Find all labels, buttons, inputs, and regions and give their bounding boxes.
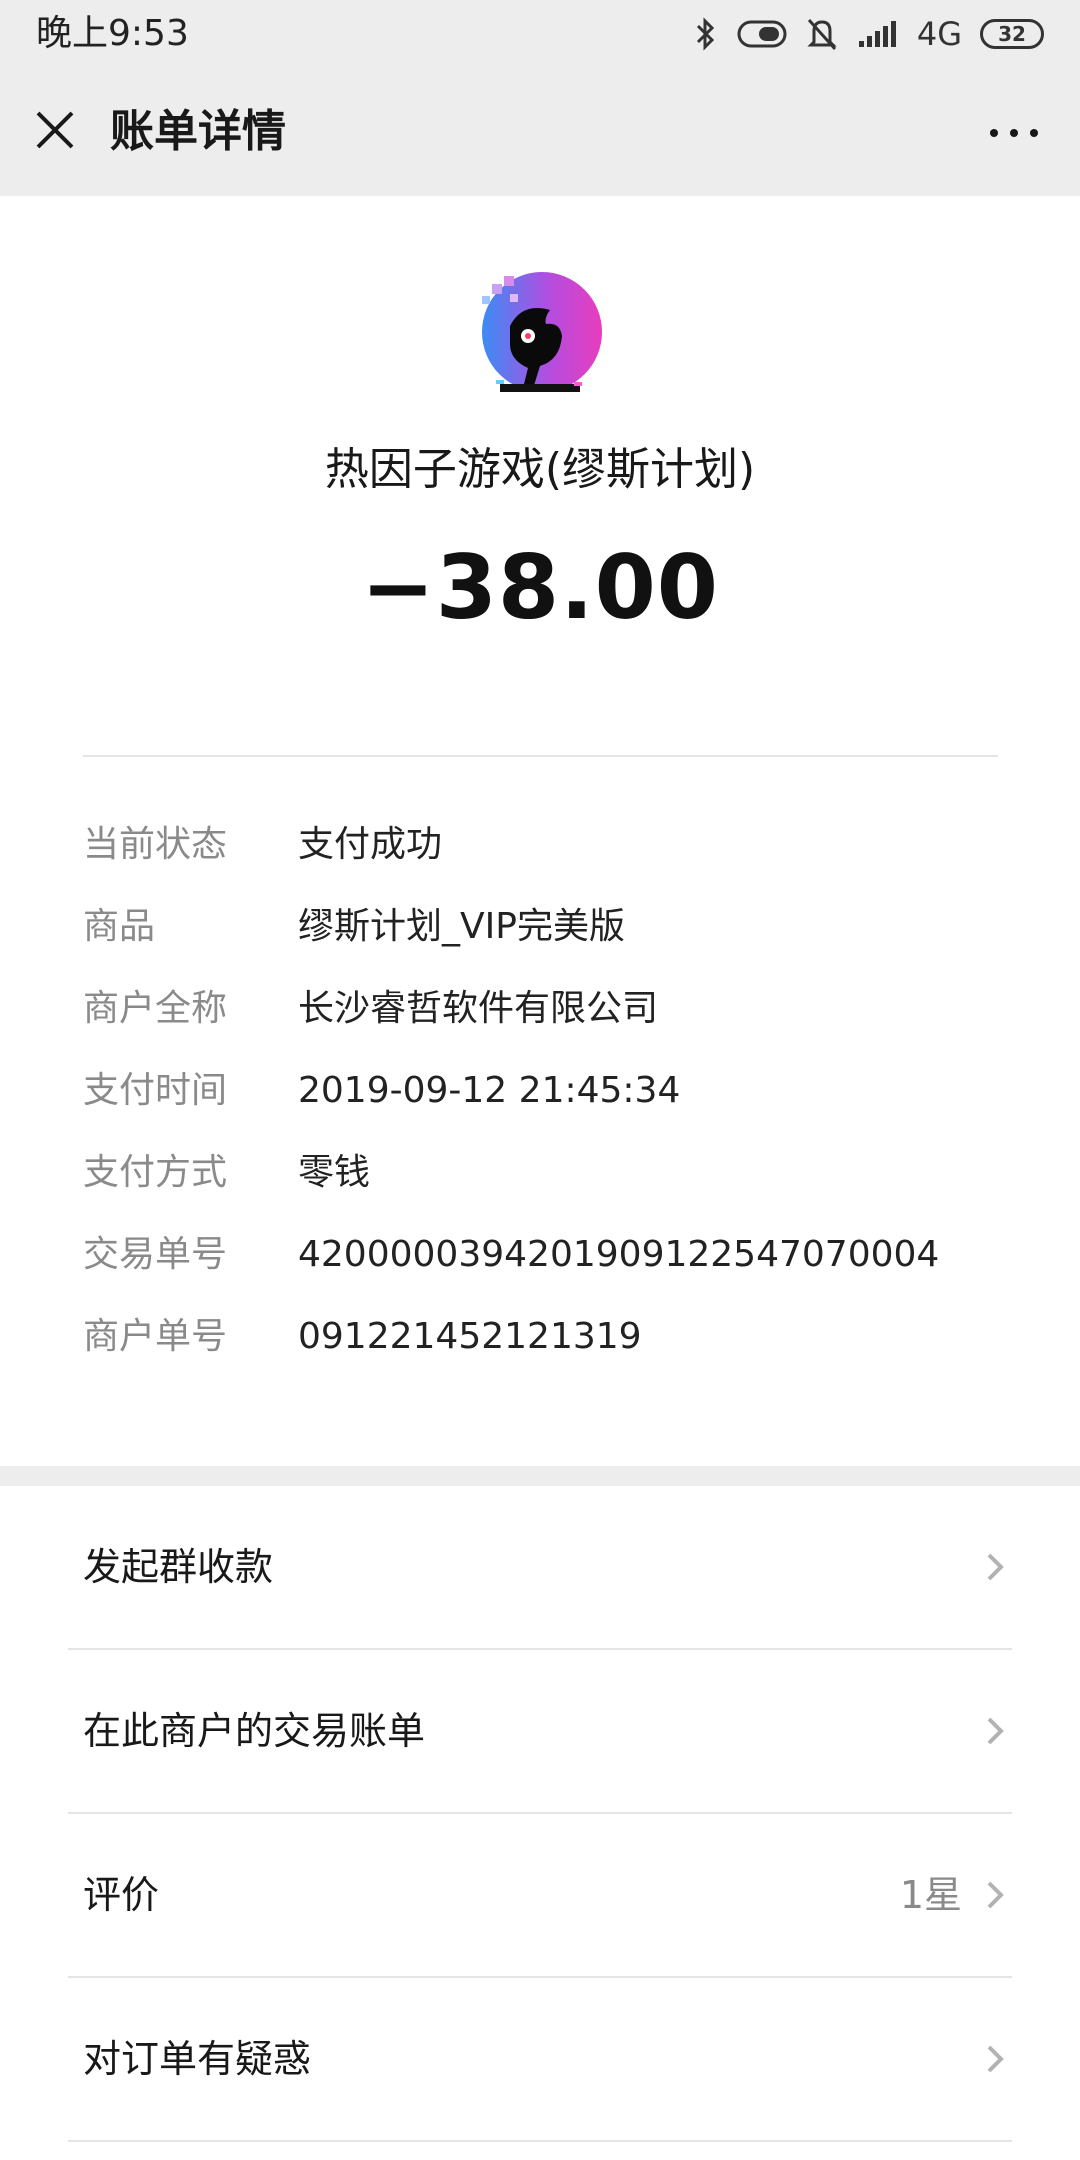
chevron-right-icon bbox=[987, 1717, 1004, 1745]
detail-value: 支付成功 bbox=[298, 824, 443, 865]
close-icon bbox=[36, 111, 74, 149]
detail-label: 商品 bbox=[83, 906, 156, 947]
detail-row-merchant-order-id: 商户单号 091221452121319 bbox=[83, 1296, 1043, 1378]
detail-row-status: 当前状态 支付成功 bbox=[83, 804, 1043, 886]
detail-row-merchant-fullname: 商户全称 长沙睿哲软件有限公司 bbox=[83, 968, 1043, 1050]
chevron-right-icon bbox=[987, 2045, 1004, 2073]
detail-label: 支付时间 bbox=[83, 1070, 228, 1111]
action-order-question[interactable]: 对订单有疑惑 bbox=[0, 1978, 1080, 2140]
detail-value: 长沙睿哲软件有限公司 bbox=[298, 988, 659, 1029]
action-rating[interactable]: 评价 1星 bbox=[0, 1814, 1080, 1976]
chevron-right-icon bbox=[987, 1881, 1004, 1909]
rating-value: 1星 bbox=[899, 1873, 962, 1917]
action-merchant-bills[interactable]: 在此商户的交易账单 bbox=[0, 1650, 1080, 1812]
status-icons: 4G 32 bbox=[693, 14, 1044, 54]
action-label: 评价 bbox=[83, 1873, 160, 1917]
page-title: 账单详情 bbox=[110, 106, 286, 157]
network-type: 4G bbox=[916, 15, 962, 53]
detail-value: 2019-09-12 21:45:34 bbox=[298, 1070, 681, 1111]
detail-label: 交易单号 bbox=[83, 1234, 228, 1275]
action-label: 发起群收款 bbox=[83, 1545, 274, 1589]
action-label: 在此商户的交易账单 bbox=[83, 1709, 426, 1753]
status-time: 晚上9:53 bbox=[36, 13, 189, 54]
detail-row-pay-time: 支付时间 2019-09-12 21:45:34 bbox=[83, 1050, 1043, 1132]
status-bar: 晚上9:53 4G 32 bbox=[0, 0, 1080, 70]
action-group-collect[interactable]: 发起群收款 bbox=[0, 1486, 1080, 1648]
bluetooth-icon bbox=[696, 17, 714, 51]
more-button[interactable] bbox=[984, 106, 1044, 160]
title-bar: 账单详情 bbox=[0, 70, 1080, 196]
detail-label: 商户单号 bbox=[83, 1316, 228, 1357]
detail-value: 091221452121319 bbox=[298, 1316, 642, 1357]
merchant-avatar bbox=[482, 272, 602, 392]
detail-row-pay-method: 支付方式 零钱 bbox=[83, 1132, 1043, 1214]
divider bbox=[68, 2140, 1012, 2142]
toggle-icon bbox=[737, 20, 787, 48]
action-label: 对订单有疑惑 bbox=[83, 2037, 312, 2081]
detail-row-transaction-id: 交易单号 4200000394201909122547070004 bbox=[83, 1214, 1043, 1296]
detail-row-product: 商品 缪斯计划_VIP完美版 bbox=[83, 886, 1043, 968]
chevron-right-icon bbox=[987, 1553, 1004, 1581]
action-list: 发起群收款 在此商户的交易账单 评价 1星 对订单有疑惑 bbox=[0, 1486, 1080, 2160]
close-button[interactable] bbox=[28, 103, 82, 157]
bill-card: 热因子游戏(缪斯计划) −38.00 当前状态 支付成功 商品 缪斯计划_VIP… bbox=[0, 196, 1080, 1466]
detail-label: 当前状态 bbox=[83, 824, 228, 865]
detail-label: 支付方式 bbox=[83, 1152, 228, 1193]
merchant-name: 热因子游戏(缪斯计划) bbox=[324, 444, 756, 495]
payment-amount: −38.00 bbox=[360, 536, 720, 639]
battery-icon: 32 bbox=[980, 19, 1044, 49]
detail-value: 4200000394201909122547070004 bbox=[298, 1234, 940, 1275]
signal-icon bbox=[858, 21, 896, 47]
divider bbox=[83, 755, 998, 757]
battery-level: 32 bbox=[998, 22, 1026, 46]
mute-bell-icon bbox=[807, 18, 837, 51]
detail-value: 零钱 bbox=[298, 1152, 371, 1193]
detail-list: 当前状态 支付成功 商品 缪斯计划_VIP完美版 商户全称 长沙睿哲软件有限公司… bbox=[83, 804, 1043, 1378]
detail-value: 缪斯计划_VIP完美版 bbox=[298, 906, 625, 947]
section-gap bbox=[0, 1466, 1080, 1486]
more-icon bbox=[990, 129, 1038, 137]
detail-label: 商户全称 bbox=[83, 988, 228, 1029]
